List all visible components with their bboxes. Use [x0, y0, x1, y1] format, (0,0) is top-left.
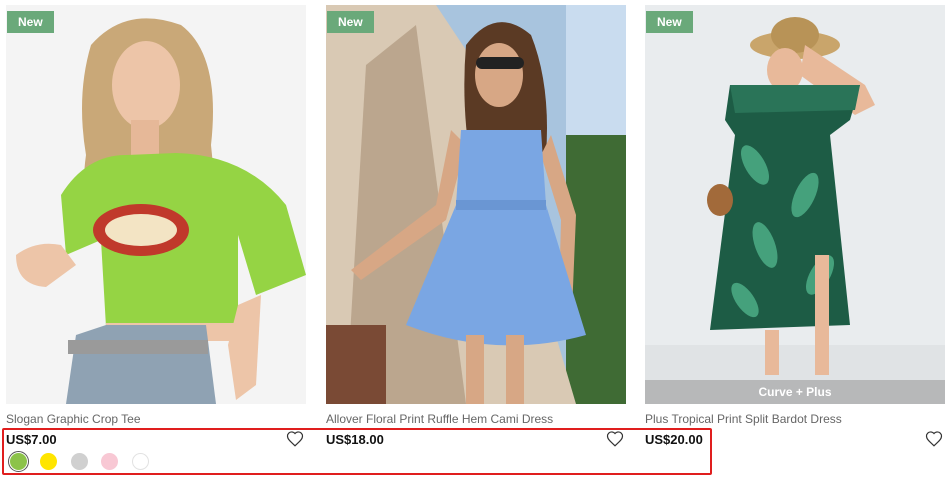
product-title[interactable]: Plus Tropical Print Split Bardot Dress: [645, 412, 945, 426]
cami-dress-photo: [326, 5, 626, 404]
new-badge: New: [7, 11, 54, 33]
product-image[interactable]: New Curve + Plus: [645, 5, 945, 404]
product-card[interactable]: New Curve + Plus Plus Tropical Print Spl…: [645, 5, 945, 453]
swatch-yellow[interactable]: [40, 453, 58, 471]
swatch-pink[interactable]: [101, 453, 119, 471]
tropical-dress-photo: [645, 5, 945, 404]
product-price: US$20.00: [645, 432, 703, 447]
crop-tee-photo: [6, 5, 306, 404]
product-image[interactable]: New: [6, 5, 306, 404]
heart-icon[interactable]: [606, 430, 624, 448]
product-image[interactable]: New: [326, 5, 626, 404]
product-title[interactable]: Allover Floral Print Ruffle Hem Cami Dre…: [326, 412, 626, 426]
product-card[interactable]: New Allover Floral Print Ruffle Hem Cami…: [326, 5, 626, 453]
swatch-gray[interactable]: [70, 453, 88, 471]
swatch-white[interactable]: [131, 453, 149, 471]
product-title[interactable]: Slogan Graphic Crop Tee: [6, 412, 306, 426]
price-row: US$18.00: [326, 431, 626, 453]
curve-plus-tag: Curve + Plus: [645, 380, 945, 404]
new-badge: New: [646, 11, 693, 33]
new-badge: New: [327, 11, 374, 33]
color-swatches: [6, 451, 306, 475]
heart-icon[interactable]: [286, 430, 304, 448]
swatch-green[interactable]: [8, 451, 29, 473]
product-price: US$18.00: [326, 432, 384, 447]
product-card[interactable]: New Slogan Graphic Crop Tee US$7.00: [6, 5, 306, 475]
product-price: US$7.00: [6, 432, 57, 447]
price-row: US$20.00: [645, 431, 945, 453]
price-row: US$7.00: [6, 431, 306, 453]
heart-icon[interactable]: [925, 430, 943, 448]
